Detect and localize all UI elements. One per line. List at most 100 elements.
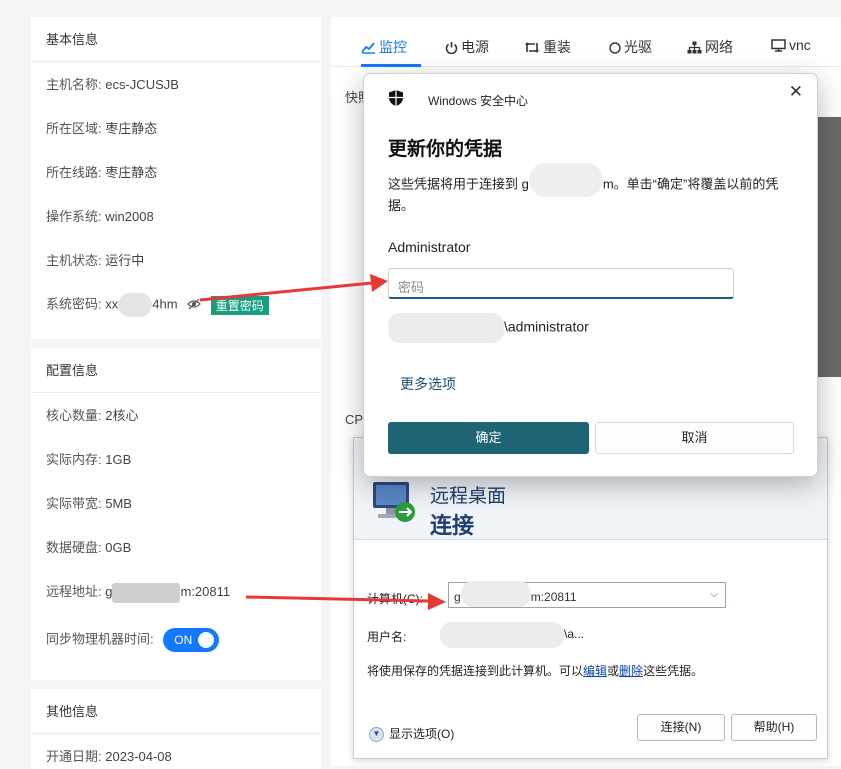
- toggle-text: ON: [174, 633, 193, 647]
- tab-disc-label: 光驱: [624, 39, 652, 55]
- hostname-value: ecs-JCUSJB: [105, 77, 179, 92]
- chevron-circle-down-icon: ▼: [369, 727, 384, 743]
- disk-label: 数据硬盘:: [46, 540, 102, 555]
- shield-icon: [388, 89, 404, 110]
- basic-info-title: 基本信息: [31, 17, 321, 62]
- dialog-heading: 更新你的凭据: [388, 139, 503, 160]
- bandwidth-label: 实际带宽:: [46, 496, 102, 511]
- sitemap-icon: [687, 41, 702, 54]
- computer-combobox[interactable]: g m:20811 ⌵: [448, 581, 726, 608]
- show-options-label: 显示选项(O): [389, 727, 455, 741]
- password-prefix: xx: [105, 296, 119, 312]
- tab-power[interactable]: 电源: [445, 37, 489, 57]
- cpu-section-label: CP: [345, 412, 364, 427]
- password-suffix: 4hm: [152, 296, 178, 312]
- chevron-down-icon[interactable]: ⌵: [710, 589, 718, 600]
- chart-icon: [361, 42, 375, 54]
- note-suffix: 这些凭据。: [643, 664, 704, 678]
- bandwidth-row: 实际带宽: 5MB: [46, 493, 132, 512]
- toggle-knob: [198, 632, 215, 648]
- retweet-icon: [525, 42, 539, 53]
- region-row: 所在区域: 枣庄静态: [46, 118, 157, 137]
- tab-disc[interactable]: 光驱: [609, 37, 652, 57]
- dialog-description: 这些凭据将用于连接到 g m。单击“确定”将覆盖以前的凭据。: [388, 163, 798, 215]
- os-row: 操作系统: win2008: [46, 206, 154, 225]
- redacted-password: [118, 293, 153, 317]
- other-info-title: 其他信息: [31, 689, 321, 734]
- eye-slash-icon[interactable]: [187, 298, 202, 313]
- show-options-toggle[interactable]: ▼ 显示选项(O): [369, 725, 455, 743]
- domain-suffix: \administrator: [504, 318, 589, 335]
- note-or: 或: [607, 664, 620, 678]
- password-input[interactable]: 密码: [388, 268, 734, 299]
- password-label: 系统密码:: [46, 296, 102, 312]
- basic-info-card: 基本信息 主机名称: ecs-JCUSJB 所在区域: 枣庄静态 所在线路: 枣…: [31, 17, 321, 339]
- rdc-title-line1: 远程桌面: [430, 486, 507, 507]
- mem-row: 实际内存: 1GB: [46, 449, 131, 468]
- console-preview-thumbnail[interactable]: [817, 117, 841, 377]
- redacted-address: [112, 582, 181, 603]
- mem-value: 1GB: [105, 452, 132, 467]
- mem-label: 实际内存:: [46, 452, 102, 467]
- cpu-value: 2核心: [105, 408, 139, 423]
- cpu-row: 核心数量: 2核心: [46, 405, 138, 424]
- line-value: 枣庄静态: [105, 165, 158, 180]
- disc-icon: [609, 42, 621, 54]
- redacted-host: [528, 163, 603, 197]
- username-value: \a...: [440, 622, 584, 648]
- os-value: win2008: [105, 209, 154, 224]
- status-row: 主机状态: 运行中: [46, 250, 144, 269]
- redacted-username: [440, 622, 564, 648]
- active-tab-underline: [361, 64, 421, 67]
- sync-time-label: 同步物理机器时间:: [46, 631, 154, 647]
- remote-desktop-window: 远程桌面 连接 计算机(C): g m:20811 ⌵ 用户名: \a... 将使…: [353, 437, 828, 759]
- connect-button[interactable]: 连接(N): [637, 714, 725, 741]
- other-info-card: 其他信息 开通日期: 2023-04-08: [31, 689, 321, 769]
- computer-prefix: g: [454, 590, 461, 605]
- sync-time-toggle[interactable]: ON: [163, 628, 220, 652]
- cpu-label: 核心数量:: [46, 408, 102, 423]
- hostname-label: 主机名称:: [46, 77, 102, 92]
- line-row: 所在线路: 枣庄静态: [46, 162, 157, 181]
- ok-button[interactable]: 确定: [388, 422, 589, 454]
- delete-credentials-link[interactable]: 删除: [619, 664, 643, 678]
- tab-monitor-label: 监控: [379, 39, 407, 55]
- open-date-label: 开通日期:: [46, 749, 102, 764]
- region-label: 所在区域:: [46, 121, 102, 136]
- tab-reinstall[interactable]: 重装: [524, 37, 571, 57]
- saved-credentials-note: 将使用保存的凭据连接到此计算机。可以编辑或删除这些凭据。: [367, 662, 703, 679]
- sync-time-row: 同步物理机器时间: ON: [46, 628, 220, 652]
- os-label: 操作系统:: [46, 209, 102, 224]
- redacted-domain: [388, 313, 504, 343]
- edit-credentials-link[interactable]: 编辑: [583, 664, 607, 678]
- tab-network[interactable]: 网络: [687, 37, 733, 57]
- line-label: 所在线路:: [46, 165, 102, 180]
- region-value: 枣庄静态: [105, 121, 158, 136]
- more-options-link[interactable]: 更多选项: [400, 374, 456, 394]
- remote-address-suffix: m:20811: [180, 584, 231, 599]
- cancel-button[interactable]: 取消: [595, 422, 794, 454]
- remote-address-prefix: g: [105, 584, 113, 599]
- dialog-desc-prefix: 这些凭据将用于连接到 g: [388, 176, 529, 192]
- reset-password-button[interactable]: 重置密码: [210, 295, 269, 315]
- dialog-username: Administrator: [388, 239, 471, 255]
- computer-suffix: m:20811: [530, 590, 577, 605]
- redacted-computer: [460, 581, 531, 607]
- dialog-domain-user: \administrator: [388, 313, 589, 343]
- tab-bar: 监控 电源 重装 光驱 网络 vnc: [331, 17, 841, 67]
- tab-power-label: 电源: [461, 39, 489, 55]
- tab-vnc[interactable]: vnc: [771, 37, 811, 53]
- close-icon[interactable]: ✕: [789, 82, 803, 102]
- password-row: 系统密码: xx 4hm 重置密码: [46, 293, 269, 317]
- tab-monitor[interactable]: 监控: [361, 37, 407, 57]
- hostname-row: 主机名称: ecs-JCUSJB: [46, 74, 179, 93]
- tab-vnc-label: vnc: [789, 37, 811, 53]
- monitor-icon: [771, 39, 786, 52]
- remote-address-label: 远程地址:: [46, 584, 102, 599]
- rdc-title-line2: 连接: [430, 513, 475, 538]
- help-button[interactable]: 帮助(H): [731, 714, 817, 741]
- username-suffix: \a...: [564, 627, 585, 642]
- power-icon: [445, 42, 458, 55]
- remote-address-row: 远程地址: g m:20811: [46, 581, 230, 603]
- computer-label: 计算机(C):: [367, 592, 423, 606]
